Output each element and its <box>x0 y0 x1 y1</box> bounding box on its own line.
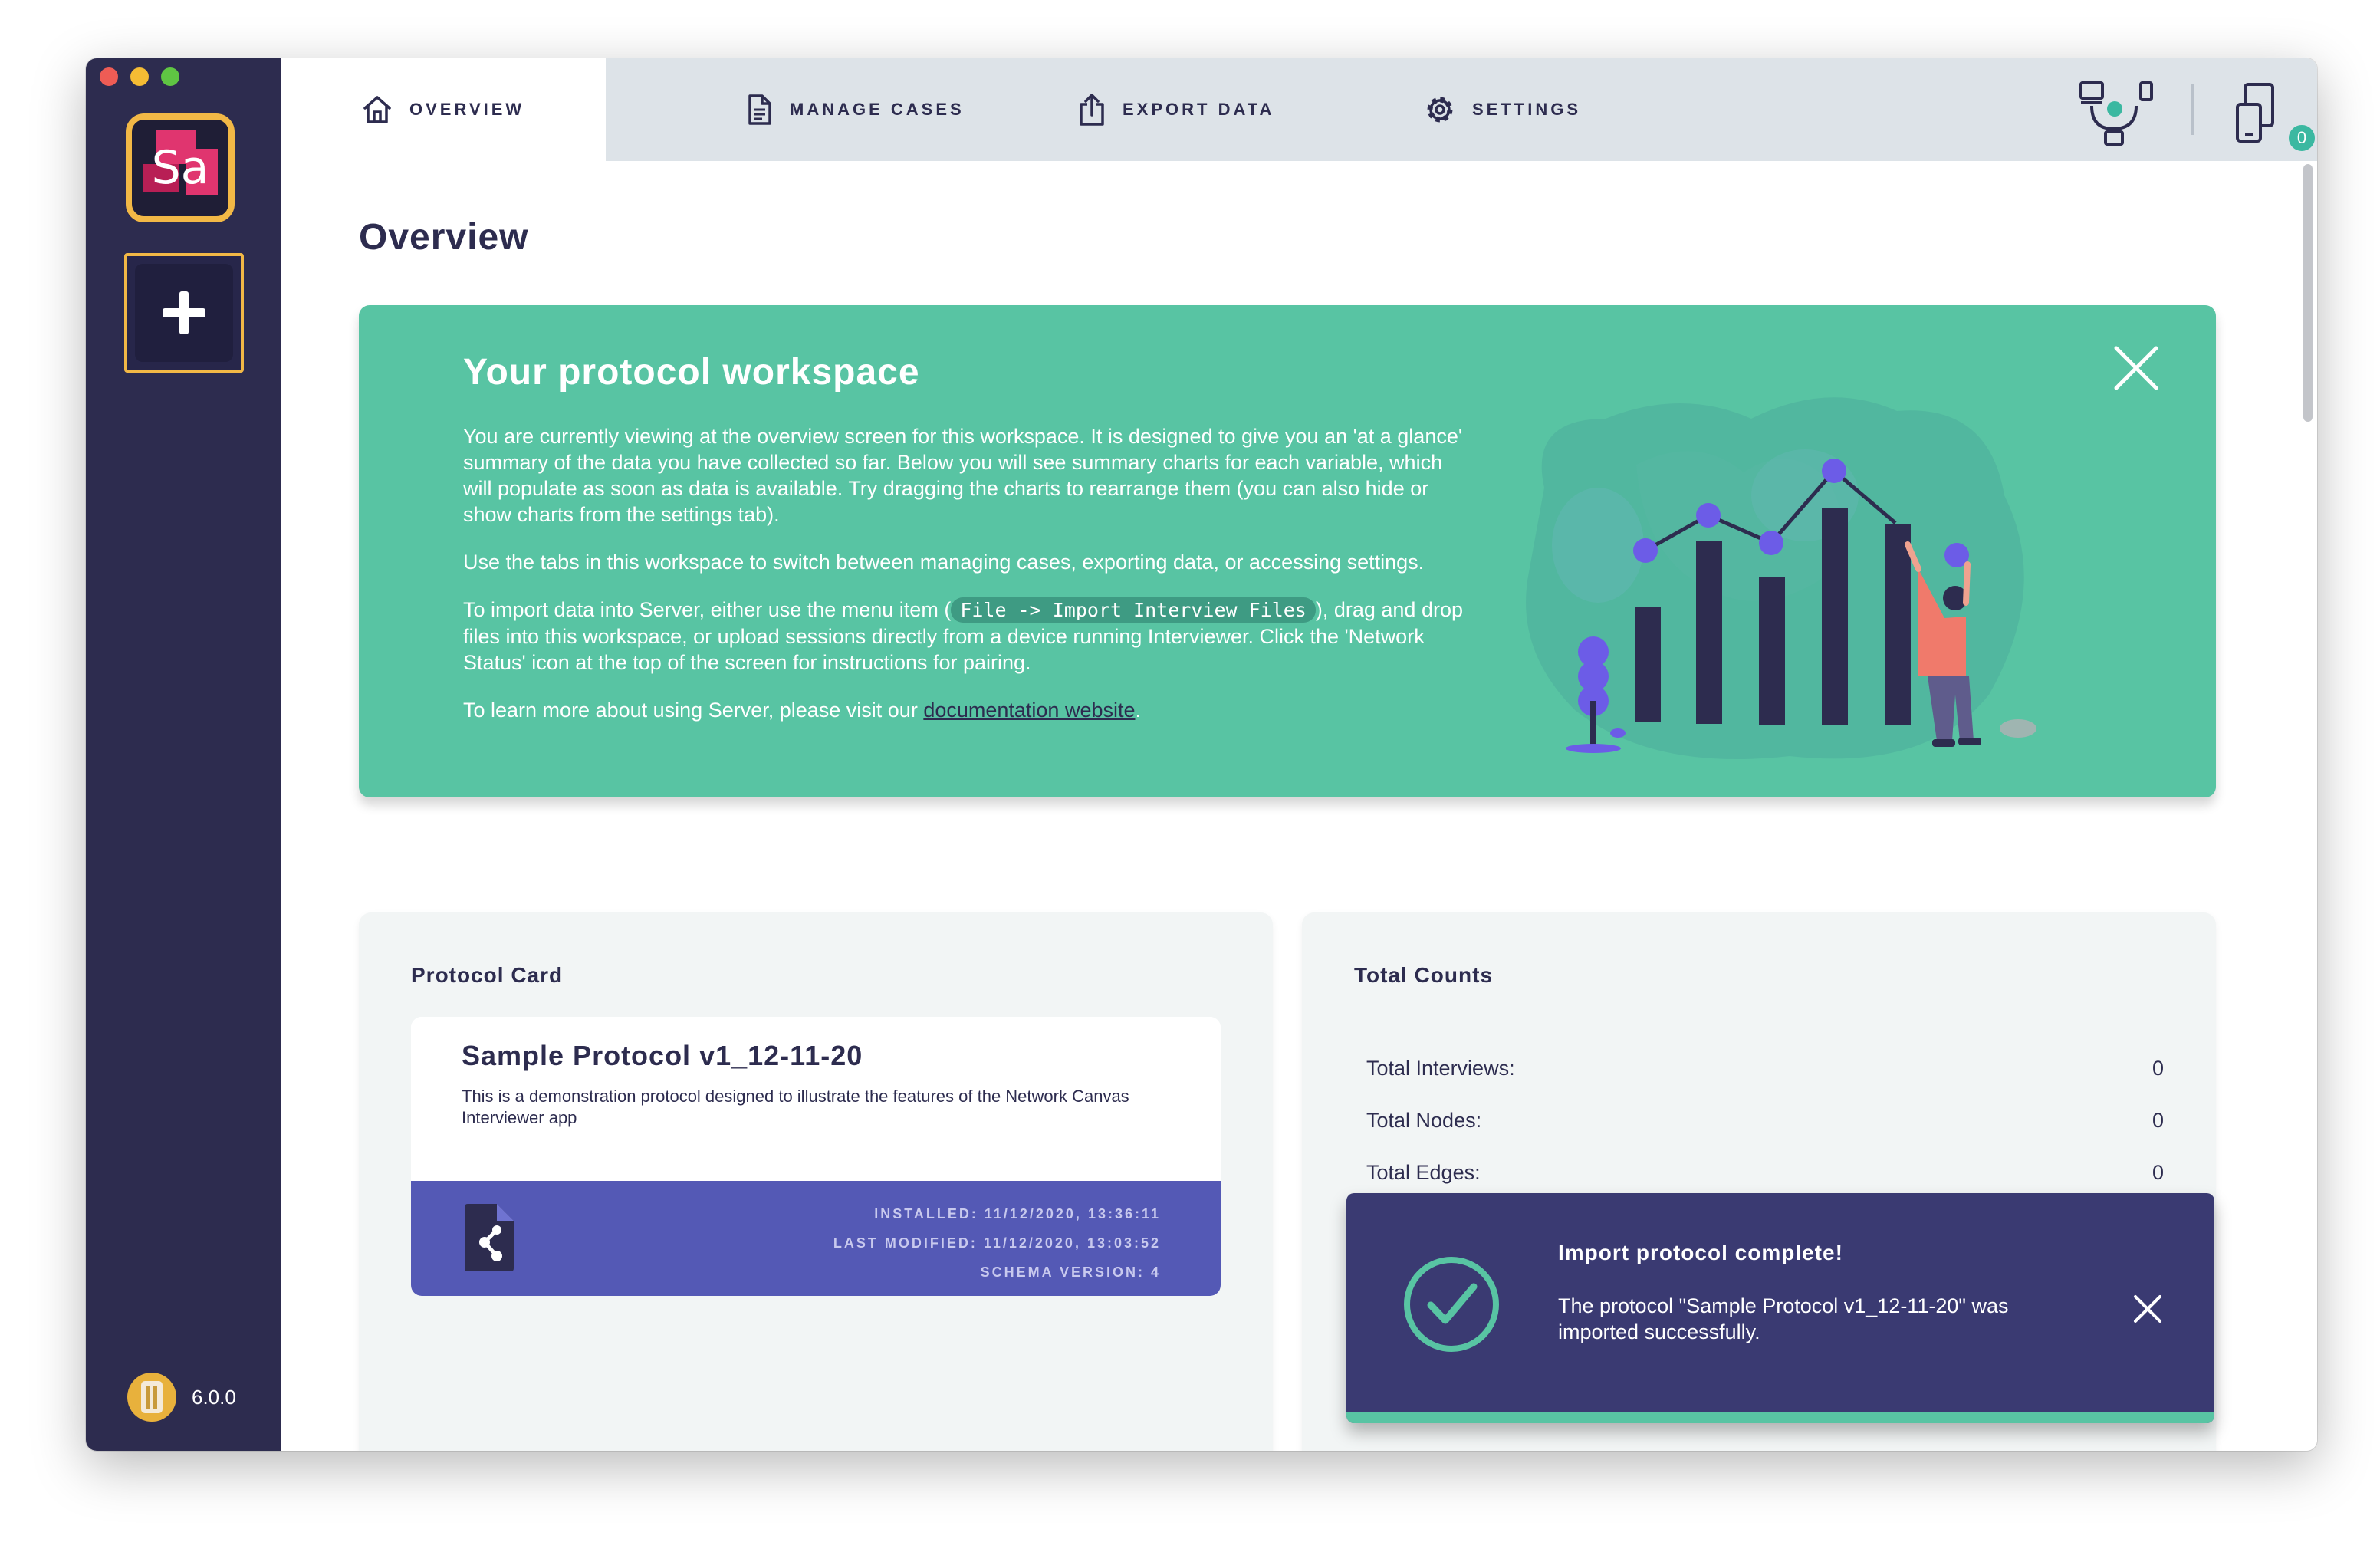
window-close-button[interactable] <box>100 67 118 86</box>
document-icon <box>748 94 771 125</box>
protocol-description: This is a demonstration protocol designe… <box>462 1087 1129 1127</box>
banner-paragraph-import: To import data into Server, either use t… <box>463 597 1468 676</box>
banner-title: Your protocol workspace <box>463 352 920 393</box>
menu-path-code: File -> Import Interview Files <box>951 597 1316 623</box>
total-counts-heading: Total Counts <box>1354 963 1494 987</box>
export-icon <box>1080 94 1104 126</box>
chart-illustration <box>1526 397 2036 759</box>
page-title: Overview <box>359 217 529 258</box>
main-content: Overview Your protocol workspace You are… <box>281 161 2317 1451</box>
tab-export-data-label: EXPORT DATA <box>1123 100 1275 119</box>
protocol-card-heading: Protocol Card <box>411 963 564 987</box>
protocol-file-icon <box>465 1204 514 1271</box>
workspace-icon-sample[interactable]: Sa <box>126 113 235 222</box>
app-logo-icon <box>127 1373 176 1422</box>
welcome-banner: Your protocol workspace You are currentl… <box>359 305 2216 797</box>
tab-overview[interactable]: OVERVIEW <box>281 58 606 161</box>
banner-paragraph: You are currently viewing at the overvie… <box>463 425 1463 526</box>
protocol-schema-version: SCHEMA VERSION: 4 <box>980 1264 1161 1280</box>
protocol-installed: INSTALLED: 11/12/2020, 13:36:11 <box>874 1206 1161 1222</box>
workspace-abbrev: Sa <box>151 141 209 195</box>
app-version: 6.0.0 <box>127 1373 236 1422</box>
close-icon[interactable] <box>2133 1294 2162 1323</box>
protocol-last-modified: LAST MODIFIED: 11/12/2020, 13:03:52 <box>833 1235 1161 1251</box>
gear-icon <box>1427 97 1453 123</box>
count-label: Total Nodes: <box>1366 1109 1482 1132</box>
tab-export-data[interactable]: EXPORT DATA <box>1077 58 1274 161</box>
tab-manage-cases[interactable]: MANAGE CASES <box>744 58 965 161</box>
banner-text: To learn more about using Server, please… <box>463 699 924 722</box>
tab-overview-label: OVERVIEW <box>409 100 525 119</box>
protocol-meta: INSTALLED: 11/12/2020, 13:36:11 LAST MOD… <box>833 1199 1161 1287</box>
protocol-card: Protocol Card Sample Protocol v1_12-11-2… <box>359 912 1273 1451</box>
banner-text: . <box>1135 699 1142 722</box>
device-count-badge: 0 <box>2286 123 2317 153</box>
import-toast: Import protocol complete! The protocol "… <box>1346 1193 2214 1423</box>
tab-settings[interactable]: SETTINGS <box>1423 58 1581 161</box>
close-icon[interactable] <box>2113 345 2159 391</box>
status-area: 0 <box>2056 58 2317 161</box>
tab-manage-cases-label: MANAGE CASES <box>790 100 965 119</box>
home-icon <box>363 96 391 123</box>
toast-progress-bar <box>1346 1412 2214 1423</box>
count-label: Total Interviews: <box>1366 1057 1515 1080</box>
banner-paragraph: Use the tabs in this workspace to switch… <box>463 551 1425 574</box>
count-value: 0 <box>2152 1109 2164 1132</box>
toast-title: Import protocol complete! <box>1558 1241 1843 1264</box>
workspace-sidebar: Sa 6.0.0 <box>86 58 281 1451</box>
protocol-name: Sample Protocol v1_12-11-20 <box>462 1040 863 1071</box>
version-label: 6.0.0 <box>192 1385 236 1409</box>
banner-body: You are currently viewing at the overvie… <box>463 423 1468 745</box>
window-maximize-button[interactable] <box>161 67 179 86</box>
window-minimize-button[interactable] <box>130 67 149 86</box>
toast-message: The protocol "Sample Protocol v1_12-11-2… <box>1558 1294 2009 1343</box>
status-separator <box>2191 84 2194 135</box>
count-row-edges: Total Edges: 0 <box>1366 1161 2164 1185</box>
count-row-interviews: Total Interviews: 0 <box>1366 1057 2164 1080</box>
count-label: Total Edges: <box>1366 1161 1481 1184</box>
tab-bar: OVERVIEW MANAGE CASES EXPORT DATA SETTIN… <box>281 58 2317 161</box>
scrollbar[interactable] <box>2303 164 2313 422</box>
count-value: 0 <box>2152 1057 2164 1080</box>
banner-paragraph-docs: To learn more about using Server, please… <box>463 697 1468 723</box>
check-circle-icon <box>1404 1257 1499 1352</box>
count-value: 0 <box>2152 1161 2164 1184</box>
tab-settings-label: SETTINGS <box>1472 100 1582 119</box>
plus-icon <box>163 291 205 334</box>
banner-text: To import data into Server, either use t… <box>463 598 952 621</box>
add-workspace-button[interactable] <box>124 253 244 373</box>
protocol-summary[interactable]: Sample Protocol v1_12-11-20 This is a de… <box>411 1017 1221 1296</box>
network-status-icon[interactable] <box>2078 80 2155 147</box>
documentation-link[interactable]: documentation website <box>923 699 1135 722</box>
protocol-meta-panel: INSTALLED: 11/12/2020, 13:36:11 LAST MOD… <box>411 1181 1221 1296</box>
app-window: Sa 6.0.0 OVERVIEW MANAGE CASES EXPORT DA… <box>86 58 2317 1451</box>
count-row-nodes: Total Nodes: 0 <box>1366 1109 2164 1133</box>
